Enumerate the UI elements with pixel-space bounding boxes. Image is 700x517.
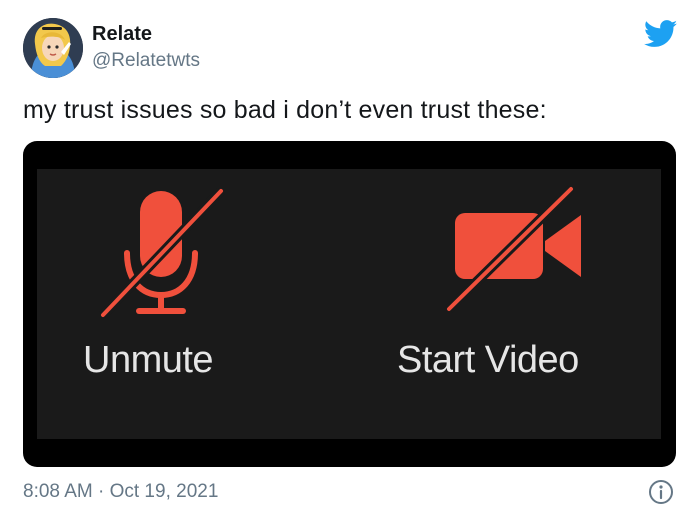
- tweet-timestamp[interactable]: 8:08 AM · Oct 19, 2021: [23, 480, 218, 504]
- unmute-label: Unmute: [83, 339, 214, 381]
- cartoon-girl-avatar-icon: [23, 18, 83, 78]
- info-icon[interactable]: [648, 479, 674, 505]
- twitter-bird-icon[interactable]: [643, 20, 678, 48]
- video-off-icon: [445, 185, 581, 313]
- tweet-text: my trust issues so bad i don’t even trus…: [23, 96, 547, 124]
- zoom-controls-panel: Unmute Start Video: [37, 169, 661, 439]
- display-name[interactable]: Relate: [92, 22, 152, 46]
- start-video-label: Start Video: [397, 339, 579, 381]
- muted-microphone-icon: [99, 187, 225, 319]
- tweet-card: Relate @Relatetwts my trust issues so ba…: [0, 0, 700, 517]
- start-video-control: Start Video: [357, 169, 657, 439]
- user-handle[interactable]: @Relatetwts: [92, 49, 200, 73]
- unmute-control: Unmute: [37, 169, 327, 439]
- tweet-media-image[interactable]: Unmute Start Video: [23, 141, 676, 467]
- avatar[interactable]: [23, 18, 83, 78]
